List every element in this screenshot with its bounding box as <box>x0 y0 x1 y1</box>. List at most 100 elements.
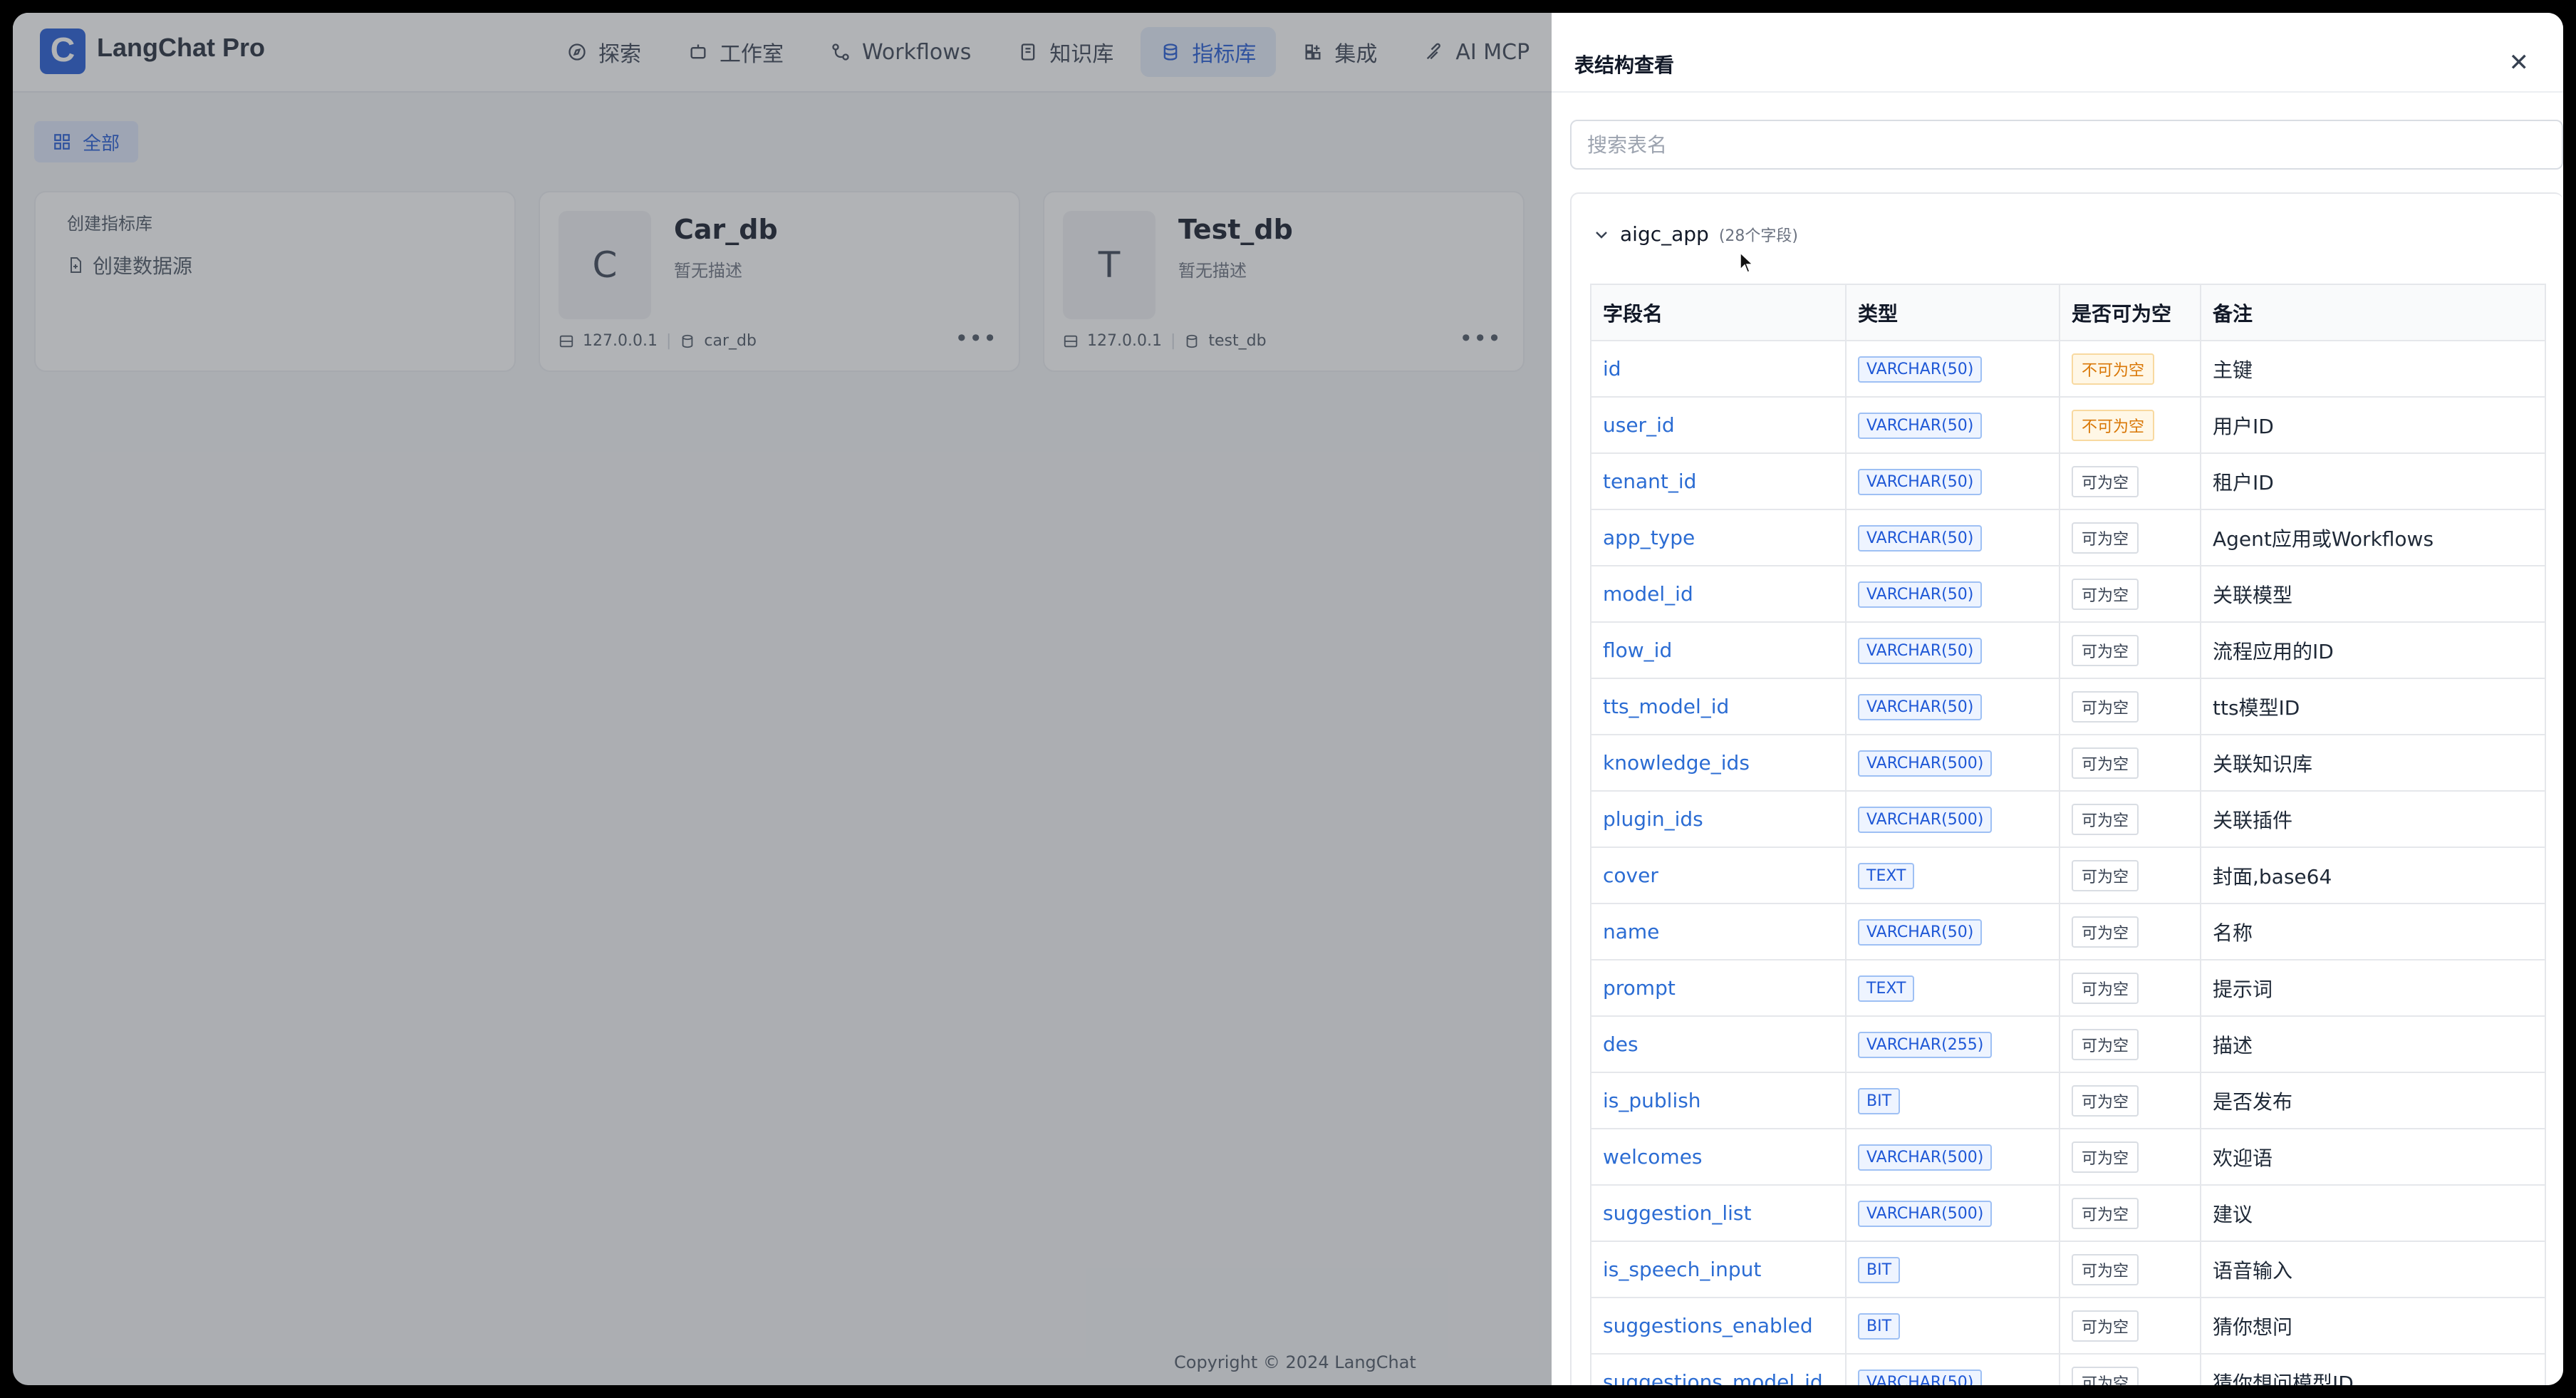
column-header: 字段名 <box>1590 284 1847 341</box>
nullable-tag: 可为空 <box>2072 1197 2139 1229</box>
field-remark: Agent应用或Workflows <box>2200 509 2546 566</box>
type-tag: VARCHAR(500) <box>1858 1200 1993 1227</box>
table-header-row: 字段名 类型 是否可为空 备注 <box>1590 284 2546 341</box>
nullable-cell: 可为空 <box>2059 959 2201 1017</box>
nullable-tag: 可为空 <box>2072 1366 2139 1385</box>
type-tag: VARCHAR(255) <box>1858 1031 1993 1058</box>
table-row: prompt TEXT 可为空 提示词 <box>1590 959 2546 1017</box>
field-type-cell: VARCHAR(50) <box>1845 565 2060 623</box>
nullable-cell: 可为空 <box>2059 1184 2201 1242</box>
table-row: suggestions_model_id VARCHAR(50) 可为空 猜你想问模型… <box>1590 1353 2546 1385</box>
nullable-cell: 可为空 <box>2059 903 2201 961</box>
nullable-cell: 可为空 <box>2059 1072 2201 1129</box>
nullable-tag: 可为空 <box>2072 465 2139 497</box>
table-search-input[interactable] <box>1570 120 2563 170</box>
nullable-cell: 可为空 <box>2059 1241 2201 1298</box>
field-type-cell: BIT <box>1845 1241 2060 1298</box>
field-type-cell: VARCHAR(500) <box>1845 790 2060 848</box>
field-name: plugin_ids <box>1590 790 1847 848</box>
field-remark: 猜你想问 <box>2200 1297 2546 1355</box>
nullable-tag: 可为空 <box>2072 1141 2139 1173</box>
nullable-tag: 可为空 <box>2072 859 2139 891</box>
field-remark: 关联模型 <box>2200 565 2546 623</box>
type-tag: VARCHAR(50) <box>1858 637 1983 664</box>
table-row: app_type VARCHAR(50) 可为空 Agent应用或Workflows <box>1590 509 2546 566</box>
table-row: flow_id VARCHAR(50) 可为空 流程应用的ID <box>1590 621 2546 679</box>
nullable-tag: 可为空 <box>2072 972 2139 1004</box>
field-remark: 欢迎语 <box>2200 1128 2546 1186</box>
table-row: model_id VARCHAR(50) 可为空 关联模型 <box>1590 565 2546 623</box>
field-remark: 名称 <box>2200 903 2546 961</box>
field-remark: 提示词 <box>2200 959 2546 1017</box>
column-header: 是否可为空 <box>2059 284 2201 341</box>
table-row: id VARCHAR(50) 不可为空 主键 <box>1590 340 2546 398</box>
nullable-tag: 可为空 <box>2072 1310 2139 1342</box>
nullable-cell: 可为空 <box>2059 846 2201 904</box>
field-remark: 流程应用的ID <box>2200 621 2546 679</box>
table-row: is_publish BIT 可为空 是否发布 <box>1590 1072 2546 1129</box>
table-panel: aigc_app (28个字段) 字段名 类型 是否可为空 备注 id VARCHAR(… <box>1570 192 2563 1385</box>
nullable-cell: 可为空 <box>2059 678 2201 735</box>
type-tag: VARCHAR(500) <box>1858 750 1993 777</box>
nullable-tag: 可为空 <box>2072 634 2139 666</box>
divider <box>1552 91 2563 93</box>
table-collapse-header[interactable]: aigc_app (28个字段) <box>1593 222 1798 246</box>
nullable-cell: 可为空 <box>2059 509 2201 566</box>
field-name: tts_model_id <box>1590 678 1847 735</box>
type-tag: BIT <box>1858 1312 1901 1340</box>
table-row: tenant_id VARCHAR(50) 可为空 租户ID <box>1590 452 2546 510</box>
field-name: des <box>1590 1015 1847 1073</box>
field-name: is_speech_input <box>1590 1241 1847 1298</box>
nullable-cell: 可为空 <box>2059 1297 2201 1355</box>
modal-overlay[interactable] <box>13 13 1552 1385</box>
table-row: user_id VARCHAR(50) 不可为空 用户ID <box>1590 396 2546 454</box>
nullable-cell: 不可为空 <box>2059 396 2201 454</box>
type-tag: VARCHAR(50) <box>1858 581 1983 608</box>
nullable-cell: 可为空 <box>2059 790 2201 848</box>
table-row: suggestions_enabled BIT 可为空 猜你想问 <box>1590 1297 2546 1355</box>
nullable-tag: 可为空 <box>2072 690 2139 723</box>
field-type-cell: VARCHAR(50) <box>1845 678 2060 735</box>
field-name: tenant_id <box>1590 452 1847 510</box>
nullable-cell: 可为空 <box>2059 1015 2201 1073</box>
nullable-cell: 不可为空 <box>2059 340 2201 398</box>
nullable-cell: 可为空 <box>2059 452 2201 510</box>
type-tag: VARCHAR(500) <box>1858 1144 1993 1171</box>
table-row: tts_model_id VARCHAR(50) 可为空 tts模型ID <box>1590 678 2546 735</box>
type-tag: VARCHAR(50) <box>1858 918 1983 946</box>
table-body: id VARCHAR(50) 不可为空 主键 user_id VARCHAR(50) 不可为… <box>1590 340 2546 1385</box>
field-remark: 关联知识库 <box>2200 734 2546 792</box>
close-icon[interactable]: ✕ <box>2509 48 2530 77</box>
field-type-cell: BIT <box>1845 1072 2060 1129</box>
column-header: 类型 <box>1845 284 2060 341</box>
type-tag: VARCHAR(50) <box>1858 356 1983 383</box>
nullable-tag: 可为空 <box>2072 747 2139 779</box>
mouse-cursor-icon <box>1740 252 1754 273</box>
field-remark: 租户ID <box>2200 452 2546 510</box>
field-remark: 用户ID <box>2200 396 2546 454</box>
field-remark: 封面,base64 <box>2200 846 2546 904</box>
field-type-cell: VARCHAR(500) <box>1845 734 2060 792</box>
field-name: knowledge_ids <box>1590 734 1847 792</box>
field-name: flow_id <box>1590 621 1847 679</box>
field-type-cell: VARCHAR(50) <box>1845 452 2060 510</box>
table-row: welcomes VARCHAR(500) 可为空 欢迎语 <box>1590 1128 2546 1186</box>
table-row: des VARCHAR(255) 可为空 描述 <box>1590 1015 2546 1073</box>
nullable-tag: 可为空 <box>2072 522 2139 554</box>
type-tag: VARCHAR(50) <box>1858 1369 1983 1385</box>
nullable-tag: 可为空 <box>2072 916 2139 948</box>
field-remark: 猜你想问模型ID <box>2200 1353 2546 1385</box>
field-name: model_id <box>1590 565 1847 623</box>
field-name: user_id <box>1590 396 1847 454</box>
field-type-cell: VARCHAR(50) <box>1845 903 2060 961</box>
chevron-down-icon <box>1596 231 1607 239</box>
nullable-cell: 可为空 <box>2059 734 2201 792</box>
column-header: 备注 <box>2200 284 2546 341</box>
field-name: prompt <box>1590 959 1847 1017</box>
field-remark: 关联插件 <box>2200 790 2546 848</box>
field-remark: 建议 <box>2200 1184 2546 1242</box>
nullable-tag: 可为空 <box>2072 1253 2139 1285</box>
field-type-cell: TEXT <box>1845 959 2060 1017</box>
field-type-cell: TEXT <box>1845 846 2060 904</box>
nullable-cell: 可为空 <box>2059 565 2201 623</box>
